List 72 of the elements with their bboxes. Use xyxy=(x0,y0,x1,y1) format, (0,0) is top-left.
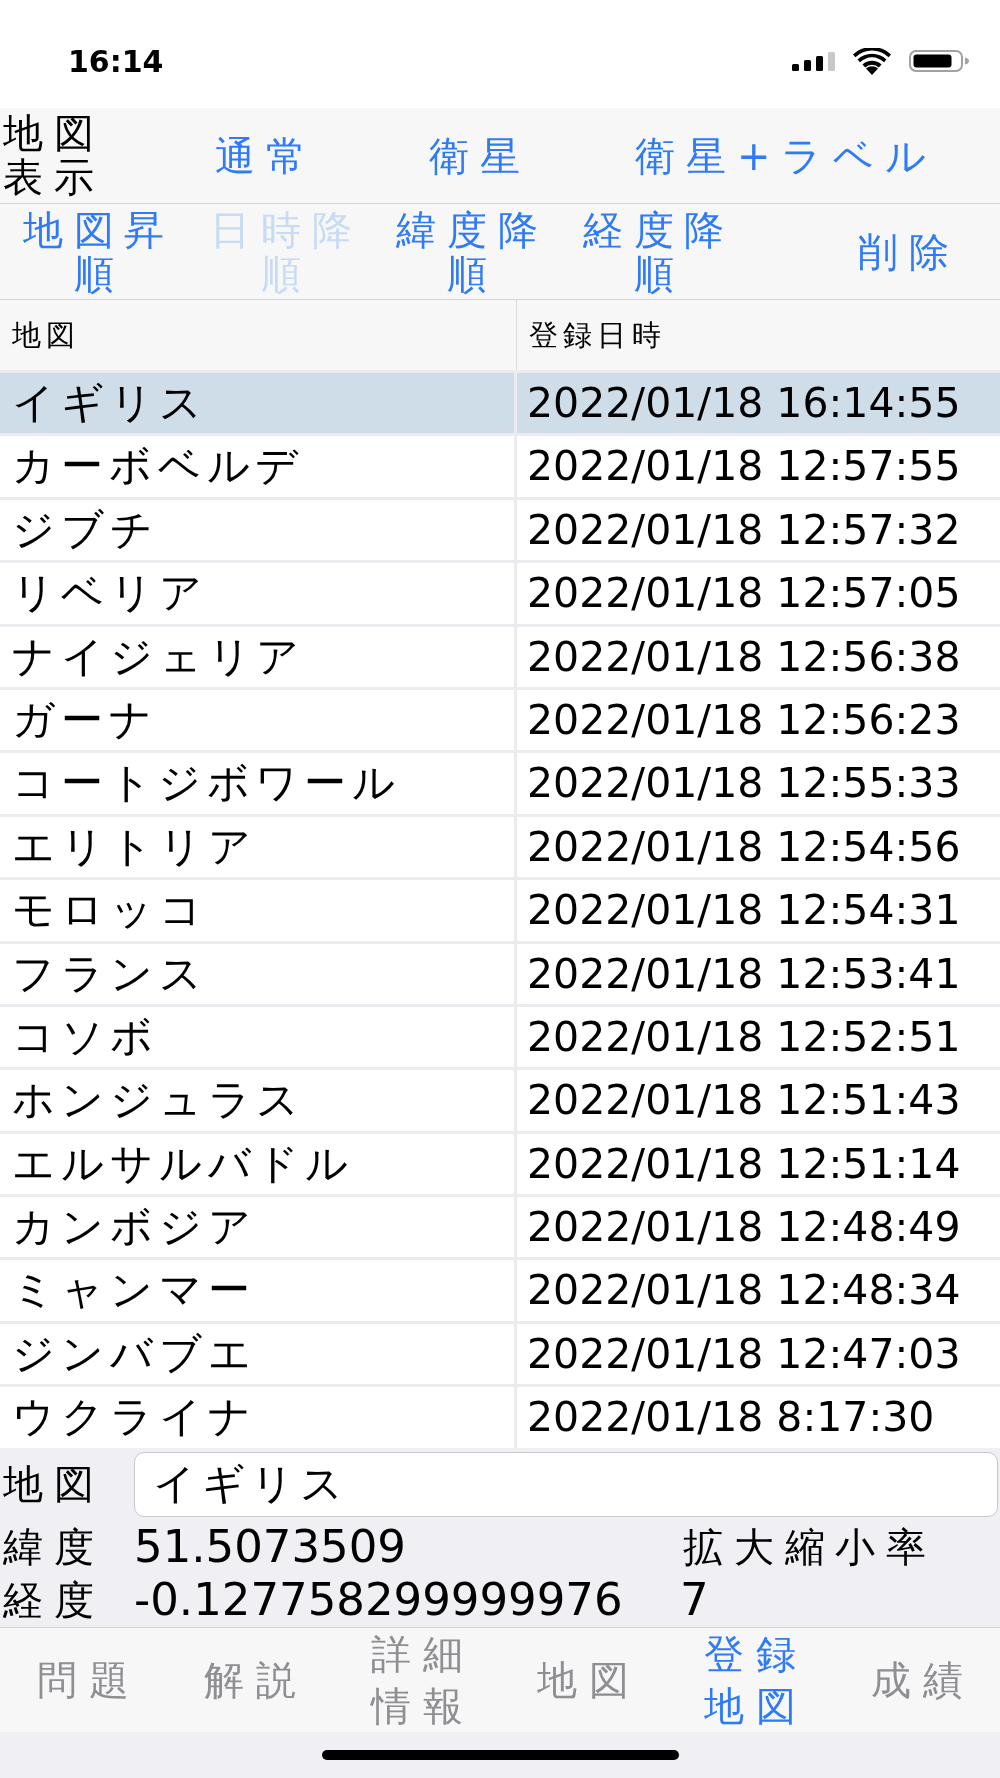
tab-button[interactable]: 登録地図 xyxy=(686,1628,814,1732)
status-time: 16:14 xyxy=(68,43,164,79)
column-header: 登録日時 xyxy=(528,317,667,354)
table-row[interactable]: カンボジア 2022/01/18 12:48:49 xyxy=(0,1197,1000,1258)
table-row[interactable]: エルサルバドル 2022/01/18 12:51:14 xyxy=(0,1133,1000,1195)
table-cell: ミャンマー xyxy=(0,1260,517,1321)
table-row[interactable]: コソボ 2022/01/18 12:52:51 xyxy=(0,1006,1000,1068)
table-cell: フランス xyxy=(0,943,517,1004)
table-row[interactable]: エリトリア 2022/01/18 12:54:56 xyxy=(0,816,1000,878)
table-cell: カンボジア xyxy=(0,1197,517,1258)
map-type-button[interactable]: 衛星 xyxy=(429,131,531,180)
table-row[interactable]: ミャンマー 2022/01/18 12:48:34 xyxy=(0,1260,1000,1321)
table-row[interactable]: ナイジェリア 2022/01/18 12:56:38 xyxy=(0,626,1000,687)
table-cell-text: 2022/01/18 12:51:14 xyxy=(526,1138,962,1190)
map-type-button[interactable]: 衛星+ラベル xyxy=(635,131,937,180)
table-cell: ジンバブエ xyxy=(0,1323,517,1385)
table-cell: エリトリア xyxy=(0,816,517,878)
table-cell-text: 2022/01/18 12:47:03 xyxy=(526,1328,962,1380)
table-row[interactable]: ガーナ 2022/01/18 12:56:23 xyxy=(0,689,1000,751)
sort-button[interactable]: 緯度降順 xyxy=(379,207,556,296)
table-row[interactable]: イギリス 2022/01/18 16:14:55 xyxy=(0,373,1000,434)
longitude-label: 経度 xyxy=(2,1575,106,1624)
table-cell-text: 2022/01/18 12:56:23 xyxy=(526,694,962,746)
sort-button[interactable]: 経度降順 xyxy=(566,207,742,296)
wifi-icon xyxy=(853,47,891,75)
table-cell: ホンジュラス xyxy=(0,1070,517,1131)
sort-button[interactable]: 地図昇順 xyxy=(6,207,182,296)
table-cell-text: 2022/01/18 12:54:31 xyxy=(526,885,962,937)
table-row[interactable]: モロッコ 2022/01/18 12:54:31 xyxy=(0,880,1000,941)
table-cell-text: 2022/01/18 12:52:51 xyxy=(526,1011,962,1063)
delete-button[interactable]: 削除 xyxy=(858,227,960,276)
table-cell-text: 2022/01/18 16:14:55 xyxy=(526,378,962,429)
table-cell: コートジボワール xyxy=(0,753,517,814)
table-row[interactable]: ホンジュラス 2022/01/18 12:51:43 xyxy=(0,1070,1000,1131)
map-type-button[interactable]: 通常 xyxy=(215,131,317,180)
table-row[interactable]: ジブチ 2022/01/18 12:57:32 xyxy=(0,499,1000,561)
table-cell-text: 2022/01/18 12:51:43 xyxy=(526,1075,962,1127)
table-cell: ナイジェリア xyxy=(0,626,517,687)
table-row[interactable]: コートジボワール 2022/01/18 12:55:33 xyxy=(0,753,1000,814)
map-label: 地図 xyxy=(2,1460,106,1508)
table-cell: カーボベルデ xyxy=(0,436,517,497)
table-row[interactable]: フランス 2022/01/18 12:53:41 xyxy=(0,943,1000,1004)
table-cell-text: 2022/01/18 12:48:34 xyxy=(526,1265,962,1317)
table-cell: ジブチ xyxy=(0,499,517,561)
table-cell-text: 2022/01/18 12:57:55 xyxy=(526,441,962,493)
table-row[interactable]: ウクライナ 2022/01/18 8:17:30 xyxy=(0,1387,1000,1448)
battery-icon xyxy=(909,50,969,72)
table-cell-text: 2022/01/18 8:17:30 xyxy=(526,1392,936,1444)
table-row[interactable]: ジンバブエ 2022/01/18 12:47:03 xyxy=(0,1323,1000,1385)
table-cell: エルサルバドル xyxy=(0,1133,517,1195)
zoom-label: 拡大縮小率 xyxy=(682,1522,938,1571)
longitude-value: -0.127758299999976 xyxy=(134,1572,624,1627)
table-cell-text: 2022/01/18 12:57:05 xyxy=(526,568,962,620)
table-cell: イギリス xyxy=(0,373,517,434)
table-cell-text: 2022/01/18 12:48:49 xyxy=(526,1202,962,1254)
signal-icon xyxy=(792,51,835,71)
map-name-field[interactable]: イギリス xyxy=(134,1451,998,1517)
map-display-label: 地図表示 xyxy=(2,112,106,199)
table-row[interactable]: リベリア 2022/01/18 12:57:05 xyxy=(0,563,1000,624)
table-cell-text: 2022/01/18 12:54:56 xyxy=(526,821,962,873)
table-cell-text: 2022/01/18 12:56:38 xyxy=(526,631,962,683)
zoom-value: 7 xyxy=(680,1572,710,1627)
latitude-label: 緯度 xyxy=(2,1522,106,1571)
table-cell-text: 2022/01/18 12:57:32 xyxy=(526,504,962,556)
table-cell: ガーナ xyxy=(0,689,517,751)
table-row[interactable]: カーボベルデ 2022/01/18 12:57:55 xyxy=(0,436,1000,497)
table-cell: リベリア xyxy=(0,563,517,624)
table-cell-text: 2022/01/18 12:55:33 xyxy=(526,758,962,810)
table-cell-text: 2022/01/18 12:53:41 xyxy=(526,948,962,1000)
table-cell: モロッコ xyxy=(0,880,517,941)
latitude-value: 51.5073509 xyxy=(134,1519,407,1574)
table-cell: コソボ xyxy=(0,1006,517,1068)
